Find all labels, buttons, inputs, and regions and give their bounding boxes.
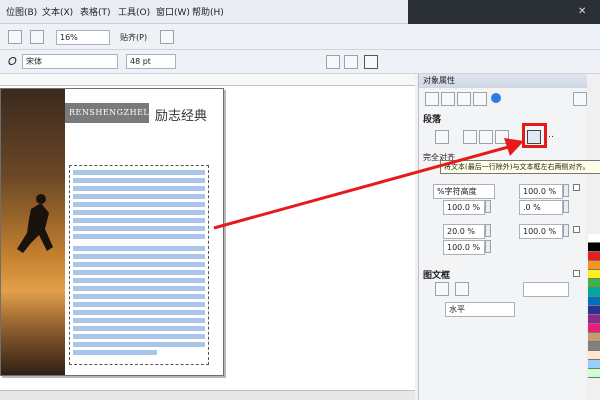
annotation-arrow (213, 138, 524, 230)
